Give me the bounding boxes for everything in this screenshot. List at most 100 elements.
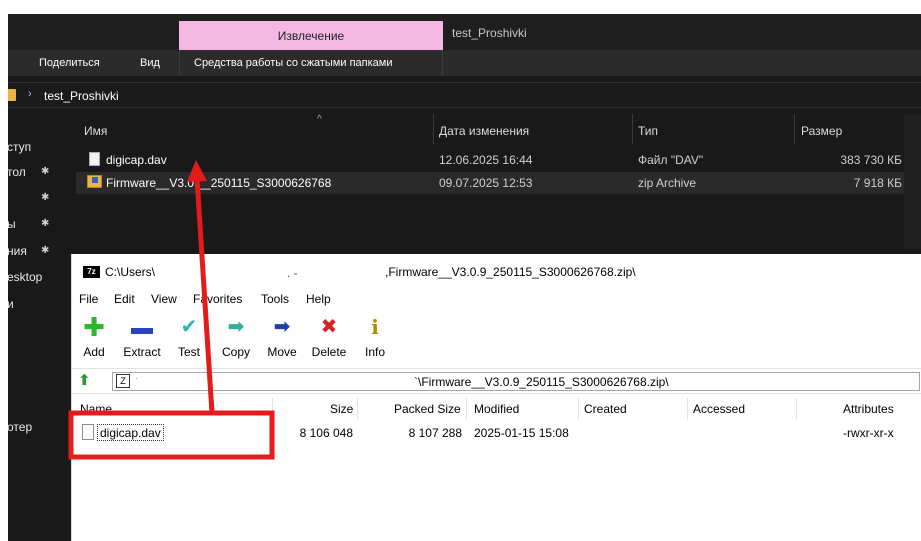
column-divider[interactable] bbox=[578, 398, 579, 420]
table-row[interactable]: digicap.dav 8 106 048 8 107 288 2025-01-… bbox=[72, 422, 921, 444]
test-button[interactable]: ✔ Test bbox=[172, 312, 206, 364]
plus-icon: ✚ bbox=[83, 312, 105, 342]
add-label: Add bbox=[83, 345, 105, 359]
column-divider[interactable] bbox=[466, 398, 467, 420]
sevenzip-path-text[interactable]: `\Firmware__V3.0.9_250115_S3000626768.zi… bbox=[414, 375, 669, 389]
sevenzip-toolbar: ✚ Add Extract ✔ Test ➡ Copy ➡ Move ✖ Del… bbox=[72, 312, 921, 364]
extract-button[interactable]: Extract bbox=[118, 312, 166, 364]
sevenzip-titlebar[interactable]: 7z C:\Users\ . - ,Firmware__V3.0.9_25011… bbox=[72, 254, 921, 288]
column-size[interactable]: Размер bbox=[801, 124, 842, 138]
ribbon-share[interactable]: Поделиться bbox=[39, 57, 100, 69]
file-name-focused[interactable]: digicap.dav bbox=[97, 424, 164, 441]
column-divider[interactable] bbox=[794, 114, 795, 144]
test-label: Test bbox=[177, 345, 200, 359]
check-icon: ✔ bbox=[180, 316, 198, 338]
pin-icon: ✱ bbox=[41, 218, 50, 229]
file-icon bbox=[89, 152, 100, 166]
up-folder-icon[interactable]: ⬆ bbox=[78, 373, 94, 389]
zip-folder-icon bbox=[87, 175, 102, 188]
column-modified[interactable]: Дата изменения bbox=[439, 124, 529, 138]
folder-icon bbox=[8, 89, 16, 101]
nav-item-other[interactable]: и bbox=[8, 297, 14, 311]
column-divider[interactable] bbox=[796, 398, 797, 420]
menu-file[interactable]: File bbox=[79, 292, 98, 306]
title-path-right: ,Firmware__V3.0.9_250115_S3000626768.zip… bbox=[385, 265, 636, 279]
column-divider[interactable] bbox=[272, 398, 273, 420]
title-path-left: C:\Users\ bbox=[105, 265, 156, 279]
path-obscured: · bbox=[135, 373, 139, 384]
sevenzip-window: 7z C:\Users\ . - ,Firmware__V3.0.9_25011… bbox=[71, 254, 921, 541]
delete-x-icon: ✖ bbox=[320, 316, 338, 338]
pin-icon: ✱ bbox=[41, 192, 50, 203]
delete-label: Delete bbox=[311, 345, 347, 359]
sevenzip-menubar: File Edit View Favorites Tools Help bbox=[72, 288, 921, 310]
sort-up-icon: ^ bbox=[317, 114, 322, 125]
column-name[interactable]: Имя bbox=[84, 124, 107, 138]
nav-item-desktop-en[interactable]: esktop bbox=[8, 270, 42, 284]
sevenzip-path-input[interactable]: Z · `\Firmware__V3.0.9_250115_S300062676… bbox=[112, 372, 920, 391]
move-button[interactable]: ➡ Move bbox=[263, 312, 301, 364]
chevron-right-icon[interactable]: › bbox=[28, 88, 32, 100]
copy-arrow-icon: ➡ bbox=[227, 316, 245, 338]
file-attributes: -rwxr-xr-x bbox=[843, 426, 894, 440]
sevenzip-logo-icon: 7z bbox=[83, 266, 100, 278]
column-accessed[interactable]: Accessed bbox=[693, 402, 745, 416]
tab-extract[interactable]: Извлечение bbox=[179, 21, 443, 50]
file-name[interactable]: Firmware__V3.0.__250115_S3000626768 bbox=[106, 176, 331, 190]
file-icon bbox=[82, 424, 94, 440]
minus-icon bbox=[131, 318, 153, 340]
info-icon: i bbox=[371, 315, 379, 339]
column-created[interactable]: Created bbox=[584, 402, 627, 416]
column-type[interactable]: Тип bbox=[638, 124, 658, 138]
ribbon-view[interactable]: Вид bbox=[140, 57, 160, 69]
copy-label: Copy bbox=[221, 345, 250, 359]
nav-item-this-pc[interactable]: отер bbox=[8, 420, 32, 434]
column-attributes[interactable]: Attributes bbox=[843, 402, 894, 416]
navigation-pane: ступ тол ✱ ✱ ы ✱ ния ✱ esktop и отер bbox=[8, 108, 68, 541]
delete-button[interactable]: ✖ Delete bbox=[308, 312, 350, 364]
column-divider[interactable] bbox=[357, 398, 358, 420]
column-divider[interactable] bbox=[687, 398, 688, 420]
file-type: Файл "DAV" bbox=[638, 153, 704, 167]
file-size: 383 730 КБ bbox=[840, 153, 902, 167]
file-type: zip Archive bbox=[638, 176, 697, 190]
file-name[interactable]: digicap.dav bbox=[106, 153, 167, 167]
sevenzip-list-header: Name Size Packed Size Modified Created A… bbox=[72, 398, 921, 420]
column-size[interactable]: Size bbox=[330, 402, 353, 416]
column-divider[interactable] bbox=[433, 114, 434, 144]
file-modified: 09.07.2025 12:53 bbox=[439, 176, 533, 190]
column-divider[interactable] bbox=[632, 114, 633, 144]
menu-favorites[interactable]: Favorites bbox=[193, 292, 242, 306]
copy-button[interactable]: ➡ Copy bbox=[217, 312, 255, 364]
file-row[interactable]: digicap.dav 12.06.2025 16:44 Файл "DAV" … bbox=[76, 149, 914, 171]
column-packed-size[interactable]: Packed Size bbox=[394, 402, 461, 416]
file-row-selected[interactable]: Firmware__V3.0.__250115_S3000626768 09.0… bbox=[76, 172, 914, 194]
nav-item-documents[interactable]: ы bbox=[8, 217, 16, 231]
menu-tools[interactable]: Tools bbox=[261, 292, 289, 306]
address-path[interactable]: test_Proshivki bbox=[44, 89, 119, 103]
menu-help[interactable]: Help bbox=[306, 292, 331, 306]
file-modified: 12.06.2025 16:44 bbox=[439, 153, 533, 167]
file-size: 8 106 048 bbox=[299, 426, 353, 440]
file-modified: 2025-01-15 15:08 bbox=[474, 426, 569, 440]
window-title: test_Proshivki bbox=[452, 26, 527, 40]
zip-archive-icon: Z bbox=[116, 374, 130, 388]
add-button[interactable]: ✚ Add bbox=[78, 312, 110, 364]
nav-item-images[interactable]: ния bbox=[8, 244, 27, 258]
vertical-scrollbar[interactable] bbox=[904, 114, 921, 249]
address-bar[interactable]: › test_Proshivki bbox=[8, 82, 921, 108]
nav-item-desktop[interactable]: тол bbox=[8, 165, 26, 179]
column-modified[interactable]: Modified bbox=[474, 402, 519, 416]
menu-view[interactable]: View bbox=[151, 292, 177, 306]
move-label: Move bbox=[267, 345, 297, 359]
file-list-header: ^ Имя Дата изменения Тип Размер bbox=[76, 114, 914, 144]
extract-label: Extract bbox=[123, 345, 161, 359]
file-packed-size: 8 107 288 bbox=[408, 426, 462, 440]
sevenzip-address-bar: ⬆ Z · `\Firmware__V3.0.9_250115_S3000626… bbox=[72, 368, 921, 394]
menu-edit[interactable]: Edit bbox=[114, 292, 135, 306]
pin-icon: ✱ bbox=[41, 166, 50, 177]
info-button[interactable]: i Info bbox=[360, 312, 390, 364]
nav-item-quick-access[interactable]: ступ bbox=[8, 140, 31, 154]
column-name[interactable]: Name bbox=[80, 402, 112, 416]
ribbon-menu: Поделиться Вид Средства работы со сжатым… bbox=[8, 50, 921, 76]
